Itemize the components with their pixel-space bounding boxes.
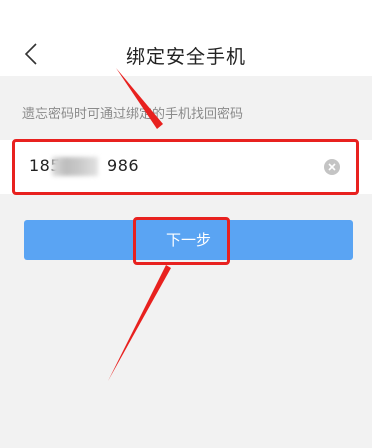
- header-bar: 绑定安全手机: [0, 0, 372, 76]
- page-title: 绑定安全手机: [125, 46, 246, 68]
- bind-phone-page: 绑定安全手机 遗忘密码时可通过绑定的手机找回密码 185 986 下一步: [0, 0, 372, 448]
- annotation-arrow-bottom: [108, 265, 171, 381]
- annotation-box-button: [133, 217, 230, 265]
- annotation-box-input: [12, 139, 359, 195]
- hint-text: 遗忘密码时可通过绑定的手机找回密码: [22, 107, 244, 122]
